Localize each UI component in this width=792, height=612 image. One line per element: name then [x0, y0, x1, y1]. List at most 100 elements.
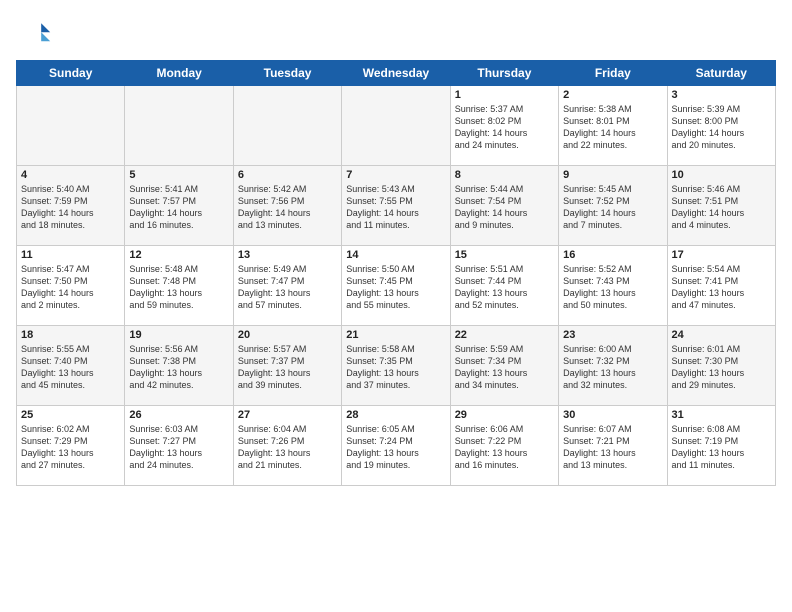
- week-row: 18 Sunrise: 5:55 AMSunset: 7:40 PMDayligh…: [17, 326, 776, 406]
- calendar-cell: 5Sunrise: 5:41 AMSunset: 7:57 PMDaylight…: [125, 166, 233, 246]
- day-number: 27: [238, 409, 337, 421]
- day-number: 28: [346, 409, 445, 421]
- calendar-cell: 15 Sunrise: 5:51 AMSunset: 7:44 PMDayligh…: [450, 246, 558, 326]
- day-number: 10: [672, 169, 771, 181]
- day-info: Sunrise: 5:39 AMSunset: 8:00 PMDaylight:…: [672, 103, 771, 152]
- day-number: 26: [129, 409, 228, 421]
- day-info: Sunrise: 6:00 AMSunset: 7:32 PMDaylight:…: [563, 343, 662, 392]
- calendar-header: SundayMondayTuesdayWednesdayThursdayFrid…: [17, 61, 776, 86]
- day-number: 31: [672, 409, 771, 421]
- calendar-cell: 7 Sunrise: 5:43 AMSunset: 7:55 PMDaylight…: [342, 166, 450, 246]
- day-number: 23: [563, 329, 662, 341]
- day-info: Sunrise: 6:02 AMSunset: 7:29 PMDaylight:…: [21, 423, 120, 472]
- calendar-cell: 11 Sunrise: 5:47 AMSunset: 7:50 PMDayligh…: [17, 246, 125, 326]
- day-info: Sunrise: 5:44 AMSunset: 7:54 PMDaylight:…: [455, 183, 554, 232]
- calendar-cell: 29 Sunrise: 6:06 AMSunset: 7:22 PMDayligh…: [450, 406, 558, 486]
- day-number: 29: [455, 409, 554, 421]
- day-number: 17: [672, 249, 771, 261]
- day-number: 1: [455, 89, 554, 101]
- day-info: Sunrise: 6:06 AMSunset: 7:22 PMDaylight:…: [455, 423, 554, 472]
- day-info: Sunrise: 5:59 AMSunset: 7:34 PMDaylight:…: [455, 343, 554, 392]
- day-info: Sunrise: 5:49 AMSunset: 7:47 PMDaylight:…: [238, 263, 337, 312]
- day-info: Sunrise: 5:58 AMSunset: 7:35 PMDaylight:…: [346, 343, 445, 392]
- calendar-cell: 3 Sunrise: 5:39 AMSunset: 8:00 PMDaylight…: [667, 86, 775, 166]
- day-number: 14: [346, 249, 445, 261]
- day-info: Sunrise: 5:40 AMSunset: 7:59 PMDaylight:…: [21, 183, 120, 232]
- day-number: 8: [455, 169, 554, 181]
- day-info: Sunrise: 5:54 AMSunset: 7:41 PMDaylight:…: [672, 263, 771, 312]
- calendar-cell: 19Sunrise: 5:56 AMSunset: 7:38 PMDayligh…: [125, 326, 233, 406]
- calendar-cell: 21 Sunrise: 5:58 AMSunset: 7:35 PMDayligh…: [342, 326, 450, 406]
- day-number: 16: [563, 249, 662, 261]
- day-number: 24: [672, 329, 771, 341]
- logo-icon: [16, 16, 52, 52]
- day-number: 21: [346, 329, 445, 341]
- day-info: Sunrise: 5:38 AMSunset: 8:01 PMDaylight:…: [563, 103, 662, 152]
- day-number: 25: [21, 409, 120, 421]
- calendar-cell: 22 Sunrise: 5:59 AMSunset: 7:34 PMDayligh…: [450, 326, 558, 406]
- day-number: 5: [129, 169, 228, 181]
- calendar-cell: 24 Sunrise: 6:01 AMSunset: 7:30 PMDayligh…: [667, 326, 775, 406]
- calendar-cell: [342, 86, 450, 166]
- calendar-cell: 25 Sunrise: 6:02 AMSunset: 7:29 PMDayligh…: [17, 406, 125, 486]
- day-info: Sunrise: 6:05 AMSunset: 7:24 PMDaylight:…: [346, 423, 445, 472]
- day-of-week-monday: Monday: [125, 61, 233, 86]
- day-number: 19: [129, 329, 228, 341]
- calendar-cell: [233, 86, 341, 166]
- calendar-table: SundayMondayTuesdayWednesdayThursdayFrid…: [16, 60, 776, 486]
- week-row: 4 Sunrise: 5:40 AMSunset: 7:59 PMDaylight…: [17, 166, 776, 246]
- calendar-cell: 14 Sunrise: 5:50 AMSunset: 7:45 PMDayligh…: [342, 246, 450, 326]
- calendar-cell: 12 Sunrise: 5:48 AMSunset: 7:48 PMDayligh…: [125, 246, 233, 326]
- day-number: 18: [21, 329, 120, 341]
- day-number: 15: [455, 249, 554, 261]
- calendar-cell: 17 Sunrise: 5:54 AMSunset: 7:41 PMDayligh…: [667, 246, 775, 326]
- day-info: Sunrise: 5:47 AMSunset: 7:50 PMDaylight:…: [21, 263, 120, 312]
- day-number: 2: [563, 89, 662, 101]
- calendar-body: 1 Sunrise: 5:37 AMSunset: 8:02 PMDaylight…: [17, 86, 776, 486]
- calendar-cell: 6 Sunrise: 5:42 AMSunset: 7:56 PMDaylight…: [233, 166, 341, 246]
- day-of-week-saturday: Saturday: [667, 61, 775, 86]
- day-info: Sunrise: 5:52 AMSunset: 7:43 PMDaylight:…: [563, 263, 662, 312]
- day-number: 20: [238, 329, 337, 341]
- day-number: 7: [346, 169, 445, 181]
- calendar-cell: [17, 86, 125, 166]
- day-info: Sunrise: 5:50 AMSunset: 7:45 PMDaylight:…: [346, 263, 445, 312]
- day-number: 9: [563, 169, 662, 181]
- day-info: Sunrise: 5:57 AMSunset: 7:37 PMDaylight:…: [238, 343, 337, 392]
- day-number: 12: [129, 249, 228, 261]
- calendar-cell: 27Sunrise: 6:04 AMSunset: 7:26 PMDayligh…: [233, 406, 341, 486]
- calendar-cell: 18 Sunrise: 5:55 AMSunset: 7:40 PMDayligh…: [17, 326, 125, 406]
- calendar-cell: 1 Sunrise: 5:37 AMSunset: 8:02 PMDaylight…: [450, 86, 558, 166]
- calendar-cell: 8 Sunrise: 5:44 AMSunset: 7:54 PMDaylight…: [450, 166, 558, 246]
- day-info: Sunrise: 5:48 AMSunset: 7:48 PMDaylight:…: [129, 263, 228, 312]
- calendar-cell: 28 Sunrise: 6:05 AMSunset: 7:24 PMDayligh…: [342, 406, 450, 486]
- day-info: Sunrise: 5:46 AMSunset: 7:51 PMDaylight:…: [672, 183, 771, 232]
- day-number: 13: [238, 249, 337, 261]
- logo: [16, 16, 56, 52]
- calendar-cell: 20 Sunrise: 5:57 AMSunset: 7:37 PMDayligh…: [233, 326, 341, 406]
- day-info: Sunrise: 5:51 AMSunset: 7:44 PMDaylight:…: [455, 263, 554, 312]
- day-of-week-wednesday: Wednesday: [342, 61, 450, 86]
- day-of-week-friday: Friday: [559, 61, 667, 86]
- day-number: 30: [563, 409, 662, 421]
- day-info: Sunrise: 5:55 AMSunset: 7:40 PMDaylight:…: [21, 343, 120, 392]
- day-number: 4: [21, 169, 120, 181]
- calendar-cell: 31Sunrise: 6:08 AMSunset: 7:19 PMDayligh…: [667, 406, 775, 486]
- calendar-cell: 10 Sunrise: 5:46 AMSunset: 7:51 PMDayligh…: [667, 166, 775, 246]
- day-number: 3: [672, 89, 771, 101]
- day-number: 22: [455, 329, 554, 341]
- week-row: 25 Sunrise: 6:02 AMSunset: 7:29 PMDayligh…: [17, 406, 776, 486]
- day-info: Sunrise: 5:42 AMSunset: 7:56 PMDaylight:…: [238, 183, 337, 232]
- calendar-cell: 4 Sunrise: 5:40 AMSunset: 7:59 PMDaylight…: [17, 166, 125, 246]
- calendar-cell: 23 Sunrise: 6:00 AMSunset: 7:32 PMDayligh…: [559, 326, 667, 406]
- day-number: 11: [21, 249, 120, 261]
- calendar-cell: 26Sunrise: 6:03 AMSunset: 7:27 PMDayligh…: [125, 406, 233, 486]
- day-info: Sunrise: 5:43 AMSunset: 7:55 PMDaylight:…: [346, 183, 445, 232]
- day-info: Sunrise: 6:07 AMSunset: 7:21 PMDaylight:…: [563, 423, 662, 472]
- day-number: 6: [238, 169, 337, 181]
- day-info: Sunrise: 6:01 AMSunset: 7:30 PMDaylight:…: [672, 343, 771, 392]
- week-row: 11 Sunrise: 5:47 AMSunset: 7:50 PMDayligh…: [17, 246, 776, 326]
- day-info: Sunrise: 5:37 AMSunset: 8:02 PMDaylight:…: [455, 103, 554, 152]
- calendar-cell: [125, 86, 233, 166]
- calendar-cell: 9Sunrise: 5:45 AMSunset: 7:52 PMDaylight…: [559, 166, 667, 246]
